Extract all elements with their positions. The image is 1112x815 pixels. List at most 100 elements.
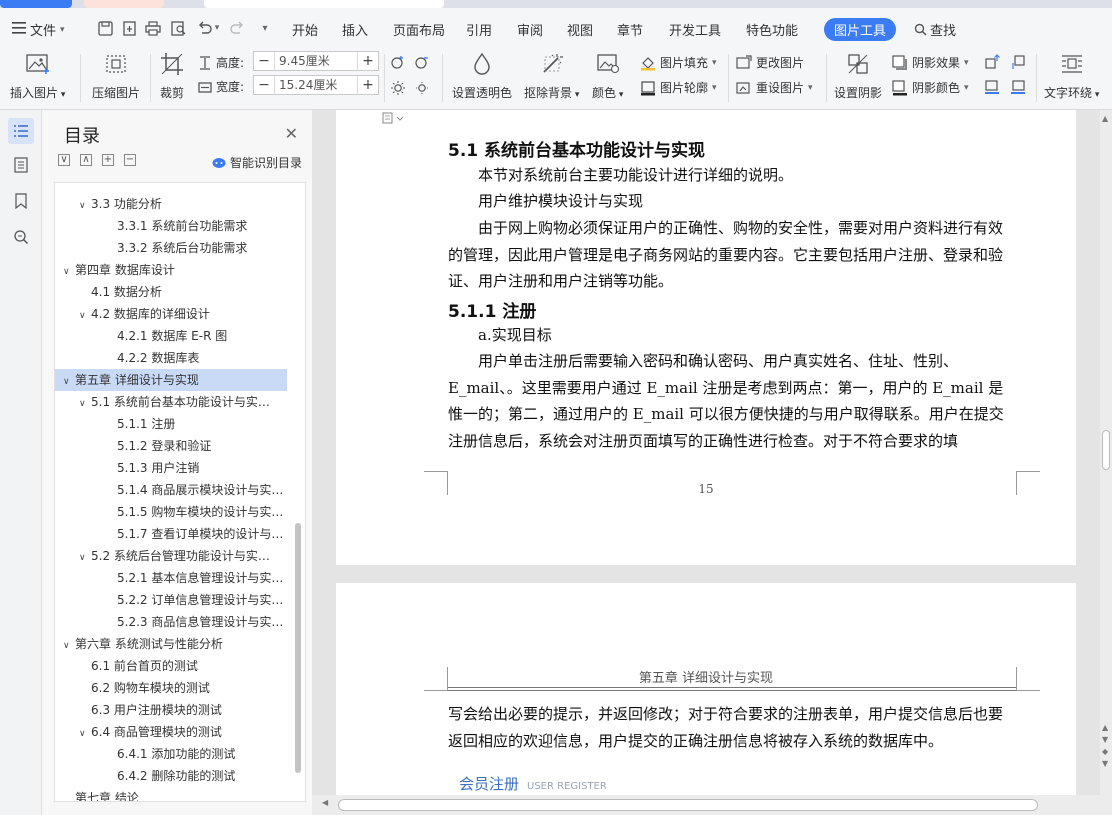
rotate-left-icon[interactable] [390, 54, 406, 70]
toc-item[interactable]: ∨ 6.4 商品管理模块的测试 [55, 721, 287, 743]
close-icon[interactable]: ✕ [285, 124, 298, 143]
page-nav-icons[interactable]: ▲ ▼ ◆ ▼ [1102, 722, 1108, 770]
app-tab[interactable] [0, 0, 72, 8]
height-decrement[interactable]: − [254, 52, 274, 70]
height-stepper[interactable]: − 9.45厘米 + [253, 51, 379, 71]
vertical-scroll-thumb[interactable] [1102, 430, 1110, 470]
expand-all-icon[interactable]: ∧ [80, 154, 92, 166]
toc-nav-icon[interactable] [8, 118, 34, 144]
toc-item[interactable]: 5.2.1 基本信息管理设计与实… [55, 567, 287, 589]
menu-tab[interactable]: 章节 [617, 20, 643, 39]
remove-heading-icon[interactable]: − [124, 154, 136, 166]
toc-item[interactable]: ∨ 5.1 系统前台基本功能设计与实… [55, 391, 287, 413]
document-tab[interactable] [204, 0, 444, 8]
horizontal-scrollbar[interactable]: ◀ [312, 795, 1112, 815]
remove-background-button[interactable]: 抠除背景 ▾ [524, 50, 579, 101]
rotate-right-icon[interactable] [414, 54, 430, 70]
width-increment[interactable]: + [358, 76, 378, 94]
save-icon[interactable] [96, 19, 114, 37]
toc-item[interactable]: 5.2.3 商品信息管理设计与实… [55, 611, 287, 633]
toc-item[interactable]: ∨ 第五章 详细设计与实现 [55, 369, 287, 391]
toc-item[interactable]: 第七章 结论 [55, 787, 287, 801]
toc-item[interactable]: ∨ 3.3 功能分析 [55, 193, 287, 215]
chevron-down-icon[interactable]: ∨ [63, 371, 75, 391]
toc-item[interactable]: 5.1.3 用户注销 [55, 457, 287, 479]
crop-button[interactable]: 裁剪 [158, 50, 186, 101]
color-button[interactable]: 颜色 ▾ [592, 50, 623, 101]
toc-item[interactable]: ∨ 4.2 数据库的详细设计 [55, 303, 287, 325]
toc-item[interactable]: ∨ 第六章 系统测试与性能分析 [55, 633, 287, 655]
toc-item[interactable]: 6.4.2 删除功能的测试 [55, 765, 287, 787]
toc-item[interactable]: 4.1 数据分析 [55, 281, 287, 303]
scroll-up-icon[interactable]: ▲ [1102, 114, 1108, 123]
toc-item[interactable]: 4.2.2 数据库表 [55, 347, 287, 369]
set-shadow-button[interactable]: 设置阴影 [834, 50, 882, 101]
menu-tab[interactable]: 开始 [292, 20, 318, 39]
export-pdf-icon[interactable] [120, 19, 138, 37]
tab-picture-tools[interactable]: 图片工具 [824, 18, 897, 41]
width-decrement[interactable]: − [254, 76, 274, 94]
menu-tab[interactable]: 插入 [342, 20, 368, 39]
menu-tab[interactable]: 审阅 [517, 20, 543, 39]
docer-tab[interactable] [84, 0, 164, 8]
scroll-left-icon[interactable]: ◀ [322, 798, 328, 807]
set-transparent-button[interactable]: 设置透明色 [452, 50, 512, 101]
redo-icon[interactable] [228, 19, 246, 37]
reset-picture-button[interactable]: 重设图片 ▾ [736, 79, 813, 96]
toc-item[interactable]: 3.3.2 系统后台功能需求 [55, 237, 287, 259]
height-input[interactable]: 9.45厘米 [274, 52, 358, 70]
toc-item[interactable]: 5.2.2 订单信息管理设计与实… [55, 589, 287, 611]
shadow-up-icon[interactable] [984, 54, 1000, 70]
toc-item[interactable]: 5.1.4 商品展示模块设计与实… [55, 479, 287, 501]
toc-item[interactable]: 5.1.5 购物车模块的设计与实… [55, 501, 287, 523]
toc-item[interactable]: 5.1.1 注册 [55, 413, 287, 435]
chevron-down-icon[interactable]: ∨ [63, 261, 75, 281]
search-tab[interactable]: 查找 [914, 20, 956, 39]
toc-item[interactable]: 6.2 购物车模块的测试 [55, 677, 287, 699]
figure-preview[interactable]: 会员注册 USER REGISTER [459, 773, 607, 794]
chevron-down-icon[interactable]: ∨ [79, 547, 91, 567]
file-menu[interactable]: 文件 ▾ [12, 20, 65, 39]
shadow-color-button[interactable]: 阴影颜色 ▾ [892, 79, 969, 96]
text-wrap-button[interactable]: 文字环绕 ▾ [1044, 50, 1099, 101]
pages-nav-icon[interactable] [8, 152, 34, 178]
width-input[interactable]: 15.24厘米 [274, 76, 358, 94]
toc-item[interactable]: 4.2.1 数据库 E-R 图 [55, 325, 287, 347]
menu-tab[interactable]: 开发工具 [669, 20, 721, 39]
menu-tab[interactable]: 页面布局 [393, 20, 445, 39]
collapse-all-icon[interactable]: ∨ [58, 154, 70, 166]
undo-dropdown-icon[interactable]: ▾ [212, 19, 222, 37]
add-heading-icon[interactable]: + [102, 154, 114, 166]
print-preview-icon[interactable] [170, 19, 188, 37]
toc-scrollbar[interactable] [295, 523, 301, 773]
horizontal-scroll-thumb[interactable] [338, 799, 1038, 811]
compress-picture-button[interactable]: 压缩图片 [92, 50, 140, 101]
height-increment[interactable]: + [358, 52, 378, 70]
insert-picture-button[interactable]: 插入图片 ▾ [10, 50, 65, 101]
bookmark-icon[interactable] [8, 188, 34, 214]
vertical-scrollbar[interactable]: ▲ ▲ ▼ ◆ ▼ [1100, 110, 1112, 795]
chevron-down-icon[interactable]: ∨ [79, 305, 91, 325]
chevron-down-icon[interactable]: ∨ [63, 635, 75, 655]
toc-item[interactable]: ∨ 第四章 数据库设计 [55, 259, 287, 281]
shadow-right-icon[interactable] [1010, 79, 1026, 95]
toc-item[interactable]: ∨ 5.2 系统后台管理功能设计与实… [55, 545, 287, 567]
print-icon[interactable] [144, 19, 162, 37]
change-picture-button[interactable]: 更改图片 [736, 54, 804, 71]
picture-fill-button[interactable]: 图片填充 ▾ [640, 54, 717, 71]
shadow-effect-button[interactable]: 阴影效果 ▾ [892, 54, 969, 71]
chevron-down-icon[interactable]: ∨ [79, 195, 91, 215]
menu-tab[interactable]: 特色功能 [746, 20, 798, 39]
toc-item[interactable]: 6.1 前台首页的测试 [55, 655, 287, 677]
toc-item[interactable]: 5.1.7 查看订单模块的设计与… [55, 523, 287, 545]
brightness-down-icon[interactable] [414, 80, 430, 96]
width-stepper[interactable]: − 15.24厘米 + [253, 75, 379, 95]
chevron-down-icon[interactable]: ∨ [79, 393, 91, 413]
find-replace-icon[interactable] [8, 224, 34, 250]
document-canvas[interactable]: 5.1 系统前台基本功能设计与实现 本节对系统前台主要功能设计进行详细的说明。 … [312, 110, 1100, 795]
menu-tab[interactable]: 视图 [567, 20, 593, 39]
smart-toc-button[interactable]: 智能识别目录 [212, 154, 302, 171]
toc-item[interactable]: 6.3 用户注册模块的测试 [55, 699, 287, 721]
customize-quick-access-icon[interactable]: ▾ [256, 19, 274, 37]
brightness-up-icon[interactable] [390, 80, 406, 96]
